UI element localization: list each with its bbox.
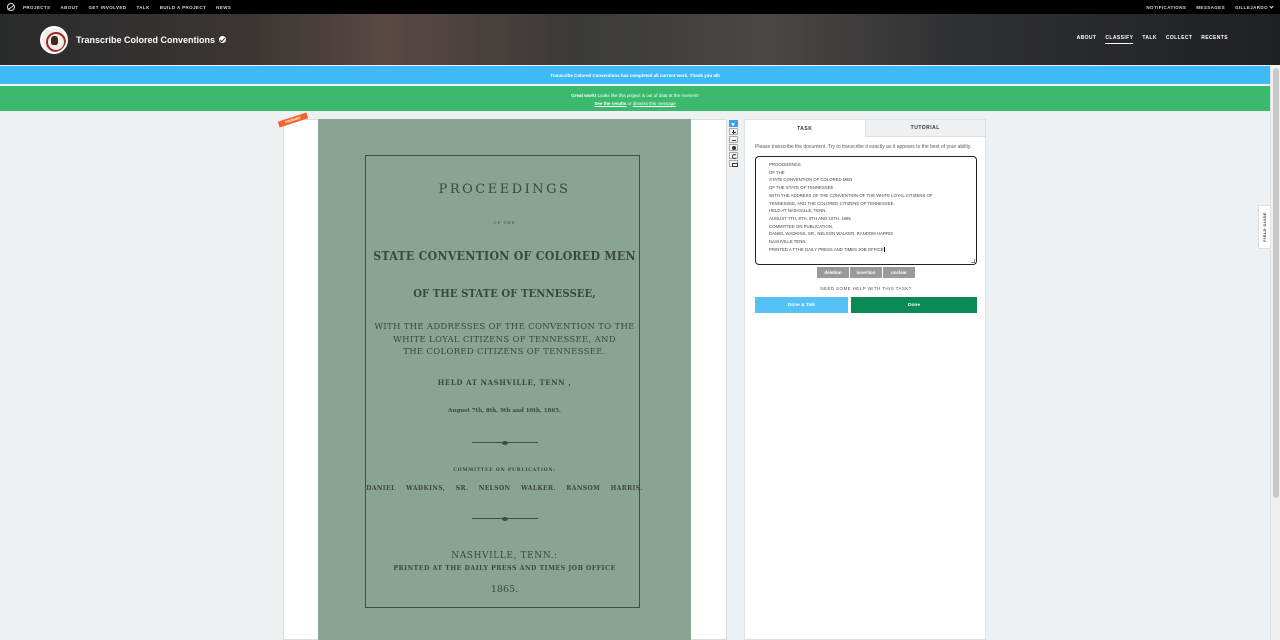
transcription-line: TENNESSEE, AND THE COLORED CITIZENS OF T… (769, 200, 895, 206)
doc-title: PROCEEDINGS (438, 182, 571, 197)
project-complete-banner: Transcribe Colored Conventions has compl… (0, 66, 1270, 84)
out-of-data-banner: Great work! Looks like this project is o… (0, 86, 1270, 111)
project-nav-about[interactable]: ABOUT (1077, 35, 1097, 44)
nav-projects[interactable]: PROJECTS (23, 5, 50, 10)
doc-city: NASHVILLE, TENN.: (451, 551, 558, 561)
nav-about[interactable]: ABOUT (60, 5, 78, 10)
zooniverse-logo-icon[interactable] (7, 3, 15, 11)
doc-printer: PRINTED AT THE DAILY PRESS AND TIMES JOB… (393, 565, 616, 572)
doc-convention: STATE CONVENTION OF COLORED MEN (373, 248, 636, 263)
transcription-line: OF THE STATE OF TENNESSEE (769, 185, 834, 191)
doc-year: 1865. (490, 584, 519, 595)
transcription-line: WITH THE ADDRESS OF THE CONVENTION OF TH… (769, 192, 933, 198)
user-nav: NOTIFICATIONS MESSAGES GILLEJARDO (1146, 3, 1274, 10)
nav-news[interactable]: NEWS (216, 5, 231, 10)
doc-ornament (472, 440, 538, 445)
out-of-data-text: Looks like this project is out of data a… (596, 93, 699, 98)
insertion-button[interactable]: insertion (850, 267, 882, 278)
text-cursor (883, 247, 885, 253)
transcription-line: PROCEEDINGS (769, 162, 801, 167)
project-nav-talk[interactable]: TALK (1142, 35, 1157, 44)
great-work-label: Great work! (571, 93, 597, 98)
zoom-out-icon[interactable] (729, 136, 738, 143)
task-instructions: Please transcribe the document. Try to t… (755, 144, 972, 150)
transcription-line: AUGUST 7TH, 8TH, 9TH AND 10TH, 1865 (769, 215, 851, 221)
notifications-link[interactable]: NOTIFICATIONS (1146, 5, 1186, 10)
doc-ornament (472, 516, 538, 521)
unclear-button[interactable]: unclear (883, 267, 915, 278)
tab-task[interactable]: TASK (745, 120, 865, 137)
dismiss-message-link[interactable]: dismiss this message (633, 101, 676, 106)
pointer-icon[interactable] (729, 120, 738, 127)
transcription-line: COMMITTEE ON PUBLICATION, (769, 223, 834, 229)
chevron-down-icon (1269, 3, 1274, 9)
banner-links: See the results or dismiss this message (0, 100, 1270, 108)
page-scrollbar[interactable] (1270, 66, 1280, 640)
messages-link[interactable]: MESSAGES (1196, 5, 1225, 10)
resize-handle-icon[interactable] (971, 259, 975, 263)
project-nav-collect[interactable]: COLLECT (1166, 35, 1192, 44)
reset-view-icon[interactable] (729, 160, 738, 167)
task-actions: Done & Talk Done (755, 297, 977, 313)
site-nav: PROJECTS ABOUT GET INVOLVED TALK BUILD A… (0, 0, 1280, 14)
zoom-in-icon[interactable] (729, 128, 738, 135)
project-nav-recents[interactable]: RECENTS (1201, 35, 1228, 44)
markup-tags: deletion insertion unclear (755, 267, 977, 278)
see-results-link[interactable]: See the results (594, 101, 626, 106)
task-tabs: TASK TUTORIAL (745, 120, 985, 137)
out-of-data-message: Great work! Looks like this project is o… (0, 92, 1270, 100)
project-avatar[interactable] (40, 25, 68, 54)
project-header: Transcribe Colored Conventions ABOUT CLA… (0, 14, 1280, 65)
done-and-talk-button[interactable]: Done & Talk (755, 297, 848, 313)
doc-address-line: THE COLORED CITIZENS OF TENNESSEE. (403, 347, 606, 357)
project-title[interactable]: Transcribe Colored Conventions (76, 35, 215, 45)
username: GILLEJARDO (1234, 4, 1268, 10)
user-menu[interactable]: GILLEJARDO (1234, 3, 1274, 10)
task-panel: TASK TUTORIAL Please transcribe the docu… (744, 119, 986, 640)
done-button[interactable]: Done (851, 297, 977, 313)
doc-state: OF THE STATE OF TENNESSEE, (413, 287, 596, 300)
nav-talk[interactable]: TALK (136, 5, 149, 10)
doc-address-line: WHITE LOYAL CITIZENS OF TENNESSEE, AND (393, 334, 616, 345)
verified-check-icon (219, 36, 227, 43)
nav-get-involved[interactable]: GET INVOLVED (88, 5, 126, 10)
viewer-toolbar (729, 120, 738, 167)
transcription-textarea[interactable]: PROCEEDINGS OF THE STATE CONVENTION OF C… (755, 156, 977, 265)
task-help-link[interactable]: NEED SOME HELP WITH THIS TASK? (755, 286, 977, 291)
transcription-line: DANIEL WADKINS, SR., NELSON WALKER, RAND… (769, 231, 894, 237)
scrollbar-thumb[interactable] (1273, 68, 1279, 498)
transcription-last-line: PRINTED A TTHE DAILY PRESS AND TIMES JOB… (769, 246, 968, 254)
doc-committee: COMMITTEE ON PUBLICATION: (453, 468, 556, 473)
deletion-button[interactable]: deletion (817, 267, 849, 278)
transcription-line: STATE CONVENTION OF COLORED MEN (769, 177, 853, 183)
pan-icon[interactable] (729, 144, 738, 151)
transcription-line: NASHVILLE TENN. (769, 239, 807, 245)
project-nav: ABOUT CLASSIFY TALK COLLECT RECENTS (1077, 35, 1228, 44)
tab-tutorial[interactable]: TUTORIAL (864, 120, 985, 137)
doc-of-the: OF THE (493, 220, 516, 225)
field-guide-label: FIELD GUIDE (1262, 212, 1267, 242)
doc-dates: August 7th, 8th, 9th and 10th, 1865. (448, 408, 561, 414)
doc-held: HELD AT NASHVILLE, TENN , (437, 378, 572, 387)
transcription-line: HELD AT NASHVILLE, TENN, (769, 208, 827, 214)
doc-addresses: WITH THE ADDRESSES OF THE CONVENTION TO … (318, 321, 691, 359)
transcription-line: OF THE (769, 169, 785, 175)
doc-address-line: WITH THE ADDRESSES OF THE CONVENTION TO … (374, 322, 635, 332)
doc-names: DANIEL WADKINS, SR. NELSON WALKER. RANSO… (366, 485, 643, 492)
nav-build-a-project[interactable]: BUILD A PROJECT (160, 5, 206, 10)
transcription-line: PRINTED A TTHE DAILY PRESS AND TIMES JOB… (769, 246, 884, 252)
project-nav-classify[interactable]: CLASSIFY (1105, 35, 1134, 44)
site-nav-links: PROJECTS ABOUT GET INVOLVED TALK BUILD A… (23, 5, 231, 10)
field-guide-tab[interactable]: FIELD GUIDE (1258, 205, 1270, 249)
rotate-icon[interactable] (729, 152, 738, 159)
